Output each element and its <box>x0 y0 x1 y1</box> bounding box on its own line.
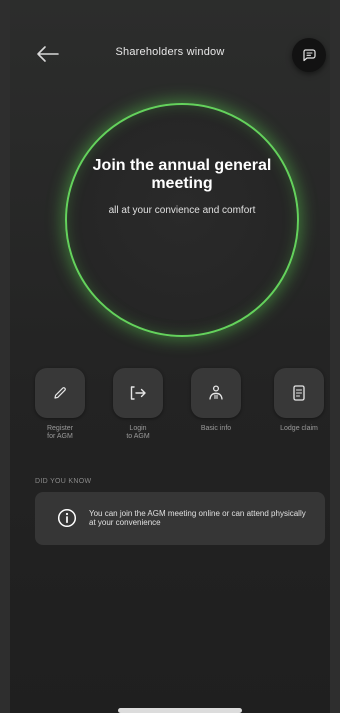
lodge-claim-tile[interactable] <box>274 368 324 418</box>
document-icon <box>293 385 305 401</box>
info-icon <box>57 508 77 528</box>
hero-title: Join the annual general meeting <box>92 157 272 192</box>
did-you-know-heading: DID YOU KNOW <box>35 478 92 485</box>
message-square-icon <box>303 49 316 62</box>
basic-info-tile[interactable] <box>191 368 241 418</box>
app-screen: Shareholders window Join the annual gene… <box>10 0 330 713</box>
user-info-icon <box>209 385 223 400</box>
action-grid: Register for AGM Login to AGM Basic info <box>10 368 330 448</box>
did-you-know-text: You can join the AGM meeting online or c… <box>89 509 306 527</box>
register-label: Register for AGM <box>46 425 74 440</box>
basic-info-label: Basic info <box>200 425 232 432</box>
login-label: Login to AGM <box>126 425 150 440</box>
join-agm-ring[interactable]: Join the annual general meeting all at y… <box>65 103 299 337</box>
register-agm-button[interactable]: Register for AGM <box>30 368 90 441</box>
login-tile[interactable] <box>113 368 163 418</box>
pencil-icon <box>54 387 66 399</box>
header: Shareholders window <box>10 34 330 74</box>
page-title: Shareholders window <box>115 46 225 58</box>
chat-button[interactable] <box>292 38 326 72</box>
hero-subtitle: all at your convience and comfort <box>108 205 256 216</box>
login-arrow-icon <box>130 386 146 400</box>
lodge-claim-button[interactable]: Lodge claim <box>269 368 329 433</box>
register-tile[interactable] <box>35 368 85 418</box>
basic-info-button[interactable]: Basic info <box>186 368 246 433</box>
lodge-claim-label: Lodge claim <box>280 425 318 432</box>
login-agm-button[interactable]: Login to AGM <box>108 368 168 441</box>
home-indicator <box>118 708 242 713</box>
did-you-know-card: You can join the AGM meeting online or c… <box>35 492 325 545</box>
